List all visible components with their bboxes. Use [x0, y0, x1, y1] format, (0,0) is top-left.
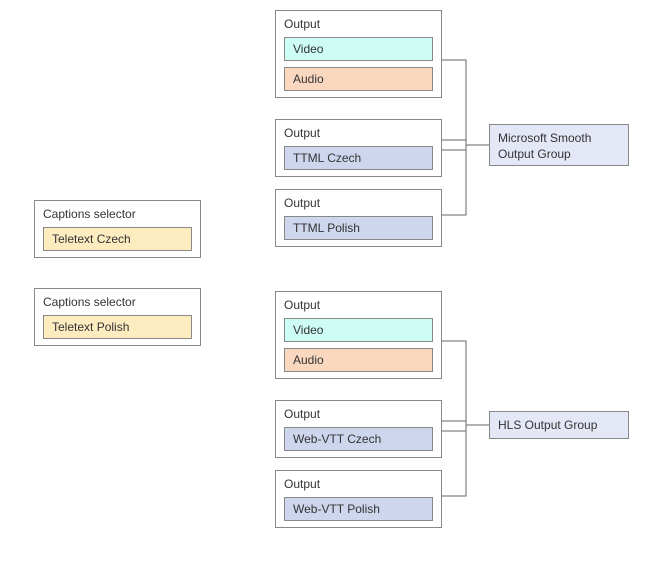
output-group-label: Microsoft Smooth Output Group	[498, 131, 620, 162]
output-box: Output Web-VTT Czech	[275, 400, 442, 458]
output-title: Output	[284, 407, 433, 421]
captions-selector-box: Captions selector Teletext Czech	[34, 200, 201, 258]
captions-selector-item: Teletext Czech	[43, 227, 192, 251]
output-item-webvtt: Web-VTT Polish	[284, 497, 433, 521]
output-item-webvtt: Web-VTT Czech	[284, 427, 433, 451]
output-item-ttml: TTML Czech	[284, 146, 433, 170]
output-title: Output	[284, 126, 433, 140]
output-title: Output	[284, 196, 433, 210]
output-box: Output Web-VTT Polish	[275, 470, 442, 528]
captions-selector-title: Captions selector	[43, 207, 192, 221]
output-box: Output TTML Polish	[275, 189, 442, 247]
output-title: Output	[284, 298, 433, 312]
output-item-audio: Audio	[284, 67, 433, 91]
output-group-label: HLS Output Group	[498, 418, 620, 432]
output-group-box: HLS Output Group	[489, 411, 629, 439]
output-item-audio: Audio	[284, 348, 433, 372]
output-title: Output	[284, 477, 433, 491]
output-item-ttml: TTML Polish	[284, 216, 433, 240]
connector-lines	[442, 291, 489, 531]
captions-selector-box: Captions selector Teletext Polish	[34, 288, 201, 346]
connector-lines	[442, 10, 489, 250]
output-title: Output	[284, 17, 433, 31]
captions-selector-title: Captions selector	[43, 295, 192, 309]
captions-selector-item: Teletext Polish	[43, 315, 192, 339]
output-box: Output TTML Czech	[275, 119, 442, 177]
output-box: Output Video Audio	[275, 10, 442, 98]
output-item-video: Video	[284, 37, 433, 61]
output-group-box: Microsoft Smooth Output Group	[489, 124, 629, 166]
output-box: Output Video Audio	[275, 291, 442, 379]
output-item-video: Video	[284, 318, 433, 342]
